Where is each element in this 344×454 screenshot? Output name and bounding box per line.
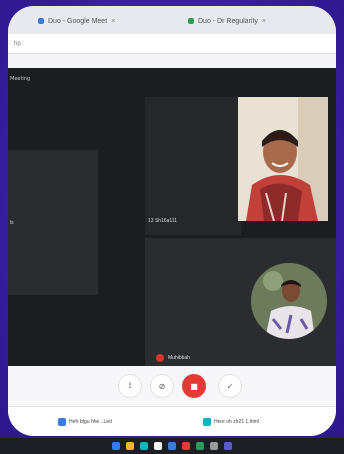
favicon-icon — [38, 18, 44, 24]
browser-window: Duo - Google Meet × Duo - Dr Regularity … — [8, 6, 336, 436]
participant-tile-empty — [145, 97, 241, 235]
address-bar[interactable]: hp — [8, 34, 336, 54]
excel-icon[interactable] — [196, 442, 204, 450]
call-controls: ⟟ ⊘ ■ ✓ — [8, 366, 336, 406]
chrome-icon[interactable] — [154, 442, 162, 450]
participant-video-woman — [238, 97, 328, 221]
download-label: Here oh zh21 1.html — [214, 419, 260, 425]
woman-portrait-icon — [238, 97, 328, 221]
tab-bar: Duo - Google Meet × Duo - Dr Regularity … — [8, 6, 336, 34]
downloads-bar: Hefr bfgu hhe...Led Here oh zh21 1.html — [8, 406, 336, 436]
presenter-avatar — [156, 354, 164, 362]
settings-icon[interactable] — [210, 442, 218, 450]
tab-label: Duo - Google Meet — [48, 17, 108, 25]
close-icon[interactable]: × — [262, 18, 266, 25]
pdf-icon[interactable] — [182, 442, 190, 450]
tab-regularity[interactable]: Duo - Dr Regularity × — [188, 12, 266, 30]
download-item[interactable]: Here oh zh21 1.html — [203, 415, 259, 429]
raise-hand-icon[interactable]: ✓ — [218, 374, 242, 398]
windows-taskbar — [0, 438, 344, 454]
teams-icon[interactable] — [224, 442, 232, 450]
meeting-title: Meeting — [10, 76, 31, 82]
edge-icon[interactable] — [140, 442, 148, 450]
end-call-icon[interactable]: ■ — [182, 374, 206, 398]
man-portrait-icon — [251, 263, 327, 339]
download-item[interactable]: Hefr bfgu hhe...Led — [58, 415, 112, 429]
participant-avatar-man — [251, 263, 327, 339]
close-icon[interactable]: × — [111, 18, 115, 25]
file-icon — [58, 418, 66, 426]
participant-label: ls — [10, 220, 14, 226]
favicon-icon — [188, 18, 194, 24]
edge-icon — [203, 418, 211, 426]
explorer-icon[interactable] — [126, 442, 134, 450]
participant-label: Muhibbah — [168, 355, 190, 361]
tab-meet[interactable]: Duo - Google Meet × — [38, 12, 115, 30]
participant-label: 13 Sh16a111 — [148, 218, 178, 224]
meeting-stage: Meeting ls 13 Sh16a111 Muhibbah — [8, 68, 336, 366]
tab-label: Duo - Dr Regularity — [198, 17, 258, 25]
start-icon[interactable] — [112, 442, 120, 450]
camera-off-icon[interactable]: ⊘ — [150, 374, 174, 398]
download-label: Hefr bfgu hhe...Led — [69, 419, 112, 425]
mic-off-icon[interactable]: ⟟ — [118, 374, 142, 398]
word-icon[interactable] — [168, 442, 176, 450]
participant-tile-left — [8, 150, 98, 295]
